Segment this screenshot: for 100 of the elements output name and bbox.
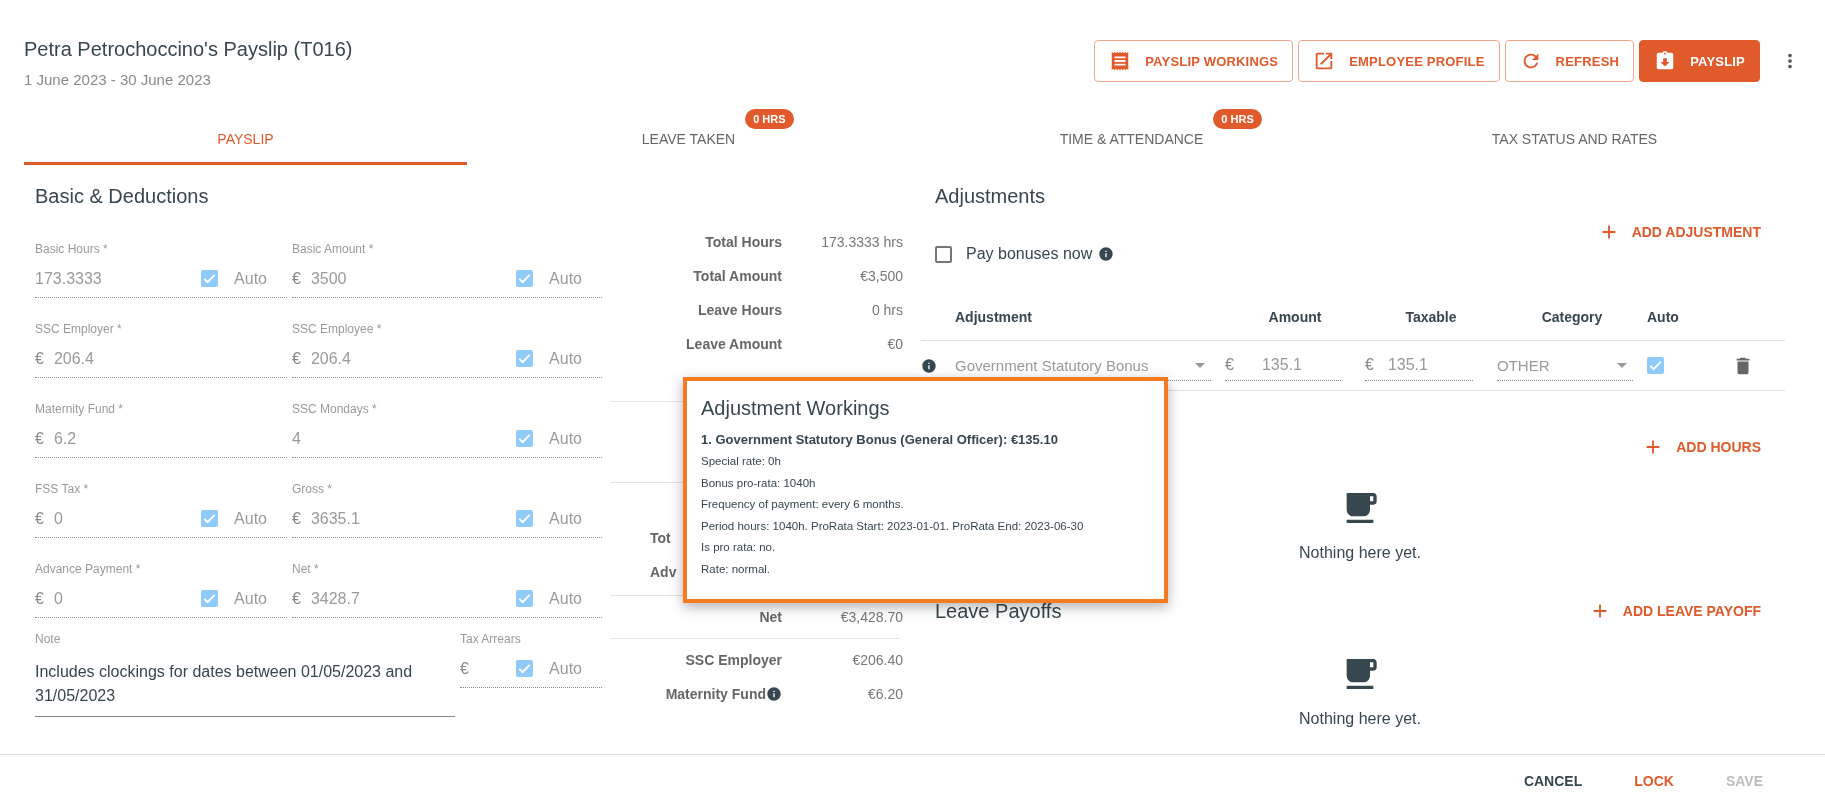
- field-value: 3635.1: [310, 509, 361, 528]
- hours-badge: 0 HRS: [1213, 108, 1262, 129]
- popup-line: Is pro rata: no.: [701, 540, 777, 555]
- taxable-field[interactable]: € 135.1: [1365, 350, 1473, 381]
- caret-icon: [1195, 362, 1205, 368]
- tab[interactable]: TAX STATUS AND RATES: [1491, 130, 1658, 147]
- field-label: FSS Tax *: [35, 482, 90, 498]
- field-value: 206.4: [53, 349, 95, 368]
- add-hours-button[interactable]: ADD HOURS: [1636, 430, 1785, 464]
- checkbox-label: Pay bonuses now: [966, 245, 1093, 263]
- input-field[interactable]: € Auto: [460, 652, 602, 688]
- checkbox-label: Auto: [234, 589, 267, 608]
- note-field[interactable]: Includes clockings for dates between 01/05/2023 and 31/05/2023: [35, 652, 455, 717]
- checkmark-icon: [518, 273, 532, 284]
- input-field[interactable]: € 3500 Auto: [292, 262, 602, 298]
- summary-value: €3,500: [859, 268, 903, 284]
- pay-bonuses-checkbox[interactable]: [935, 245, 952, 263]
- summary-value: 173.3333 hrs: [820, 234, 903, 250]
- auto-checkbox[interactable]: [516, 350, 534, 367]
- currency-symbol: €: [35, 589, 44, 608]
- category-select[interactable]: OTHER: [1497, 350, 1633, 381]
- info-icon[interactable]: [766, 686, 782, 702]
- field-label: Basic Hours *: [35, 242, 109, 258]
- auto-checkbox[interactable]: [516, 510, 534, 527]
- action-button[interactable]: PAYSLIP: [1639, 40, 1760, 82]
- summary-label: SSC Employer: [685, 652, 782, 668]
- summary-label: Leave Hours: [697, 302, 782, 318]
- auto-checkbox[interactable]: [1647, 357, 1664, 374]
- action-button[interactable]: PAYSLIP WORKINGS: [1094, 40, 1294, 82]
- auto-checkbox[interactable]: [516, 430, 534, 447]
- section-title: Basic & Deductions: [35, 185, 210, 208]
- auto-checkbox[interactable]: [201, 590, 219, 607]
- summary-label: Leave Amount: [686, 336, 782, 352]
- field-value: 0: [53, 509, 64, 528]
- auto-checkbox[interactable]: [516, 270, 534, 287]
- summary-value: €6.20: [866, 686, 903, 702]
- field-value: 3428.7: [310, 589, 361, 608]
- add-leave-payoff-button[interactable]: ADD LEAVE PAYOFF: [1582, 594, 1785, 628]
- info-icon[interactable]: [921, 357, 937, 374]
- column-header: Auto: [1647, 308, 1680, 325]
- checkbox-label: Auto: [549, 659, 582, 678]
- tab[interactable]: PAYSLIP: [217, 130, 274, 147]
- input-field[interactable]: € 0 Auto: [35, 502, 287, 538]
- empty-message: Nothing here yet.: [1299, 544, 1421, 562]
- field-label: SSC Employee *: [292, 322, 383, 338]
- currency-symbol: €: [35, 429, 44, 448]
- popup-heading: 1. Government Statutory Bonus (General Officer): €135.10: [701, 432, 1059, 447]
- input-field[interactable]: € 0 Auto: [35, 582, 287, 618]
- field-label: Advance Payment *: [35, 562, 142, 578]
- section-title: Leave Payoffs: [935, 599, 1062, 623]
- field-value: 3500: [310, 269, 348, 288]
- currency-symbol: €: [35, 349, 44, 368]
- page-title: Petra Petrochoccino's Payslip (T016): [24, 38, 353, 61]
- field-value: 173.3333: [35, 269, 103, 288]
- auto-checkbox[interactable]: [201, 510, 219, 527]
- field-label: Net *: [292, 562, 320, 578]
- checkmark-icon: [203, 593, 217, 604]
- column-header: Adjustment: [955, 308, 1033, 325]
- input-field[interactable]: € 206.4: [35, 342, 287, 378]
- checkmark-icon: [203, 273, 217, 284]
- empty-message: Nothing here yet.: [1299, 710, 1421, 728]
- auto-checkbox[interactable]: [516, 660, 534, 677]
- checkmark-icon: [518, 663, 532, 674]
- checkmark-icon: [203, 513, 217, 524]
- footer-button[interactable]: LOCK: [1612, 764, 1696, 797]
- hours-badge: 0 HRS: [745, 108, 794, 129]
- field-label: SSC Employer *: [35, 322, 123, 338]
- input-field[interactable]: 173.3333 Auto: [35, 262, 287, 298]
- auto-checkbox[interactable]: [201, 270, 219, 287]
- summary-label: Maternity Fund: [665, 686, 782, 702]
- input-field[interactable]: € 3428.7 Auto: [292, 582, 602, 618]
- summary-label: Adv: [649, 564, 677, 580]
- checkbox-label: Auto: [549, 589, 582, 608]
- summary-value: €206.40: [851, 652, 903, 668]
- input-field[interactable]: € 206.4 Auto: [292, 342, 602, 378]
- footer-button[interactable]: CANCEL: [1501, 764, 1605, 797]
- summary-value: 0 hrs: [870, 302, 903, 318]
- checkbox-label: Auto: [549, 429, 582, 448]
- input-field[interactable]: € 3635.1 Auto: [292, 502, 602, 538]
- field-label: Gross *: [292, 482, 333, 498]
- section-title: Adjustments: [935, 185, 1047, 208]
- action-button[interactable]: REFRESH: [1504, 40, 1635, 82]
- checkbox-label: Auto: [549, 509, 582, 528]
- info-icon[interactable]: [1098, 246, 1115, 262]
- add-adjustment-button[interactable]: ADD ADJUSTMENT: [1591, 215, 1785, 249]
- field-value: 4: [292, 429, 302, 448]
- field-label: SSC Mondays *: [292, 402, 378, 418]
- field-label: Maternity Fund *: [35, 402, 125, 418]
- column-header: Category: [1540, 308, 1604, 325]
- currency-symbol: €: [292, 589, 301, 608]
- auto-checkbox[interactable]: [516, 590, 534, 607]
- summary-label: Total Amount: [693, 268, 782, 284]
- amount-field[interactable]: € 135.1: [1225, 350, 1341, 381]
- input-field[interactable]: 4 Auto: [292, 422, 602, 458]
- input-field[interactable]: € 6.2: [35, 422, 287, 458]
- checkmark-icon: [518, 593, 532, 604]
- popup-line: Frequency of payment: every 6 months.: [701, 497, 905, 512]
- checkmark-icon: [518, 353, 532, 364]
- currency-symbol: €: [35, 509, 44, 528]
- action-button[interactable]: EMPLOYEE PROFILE: [1298, 40, 1500, 82]
